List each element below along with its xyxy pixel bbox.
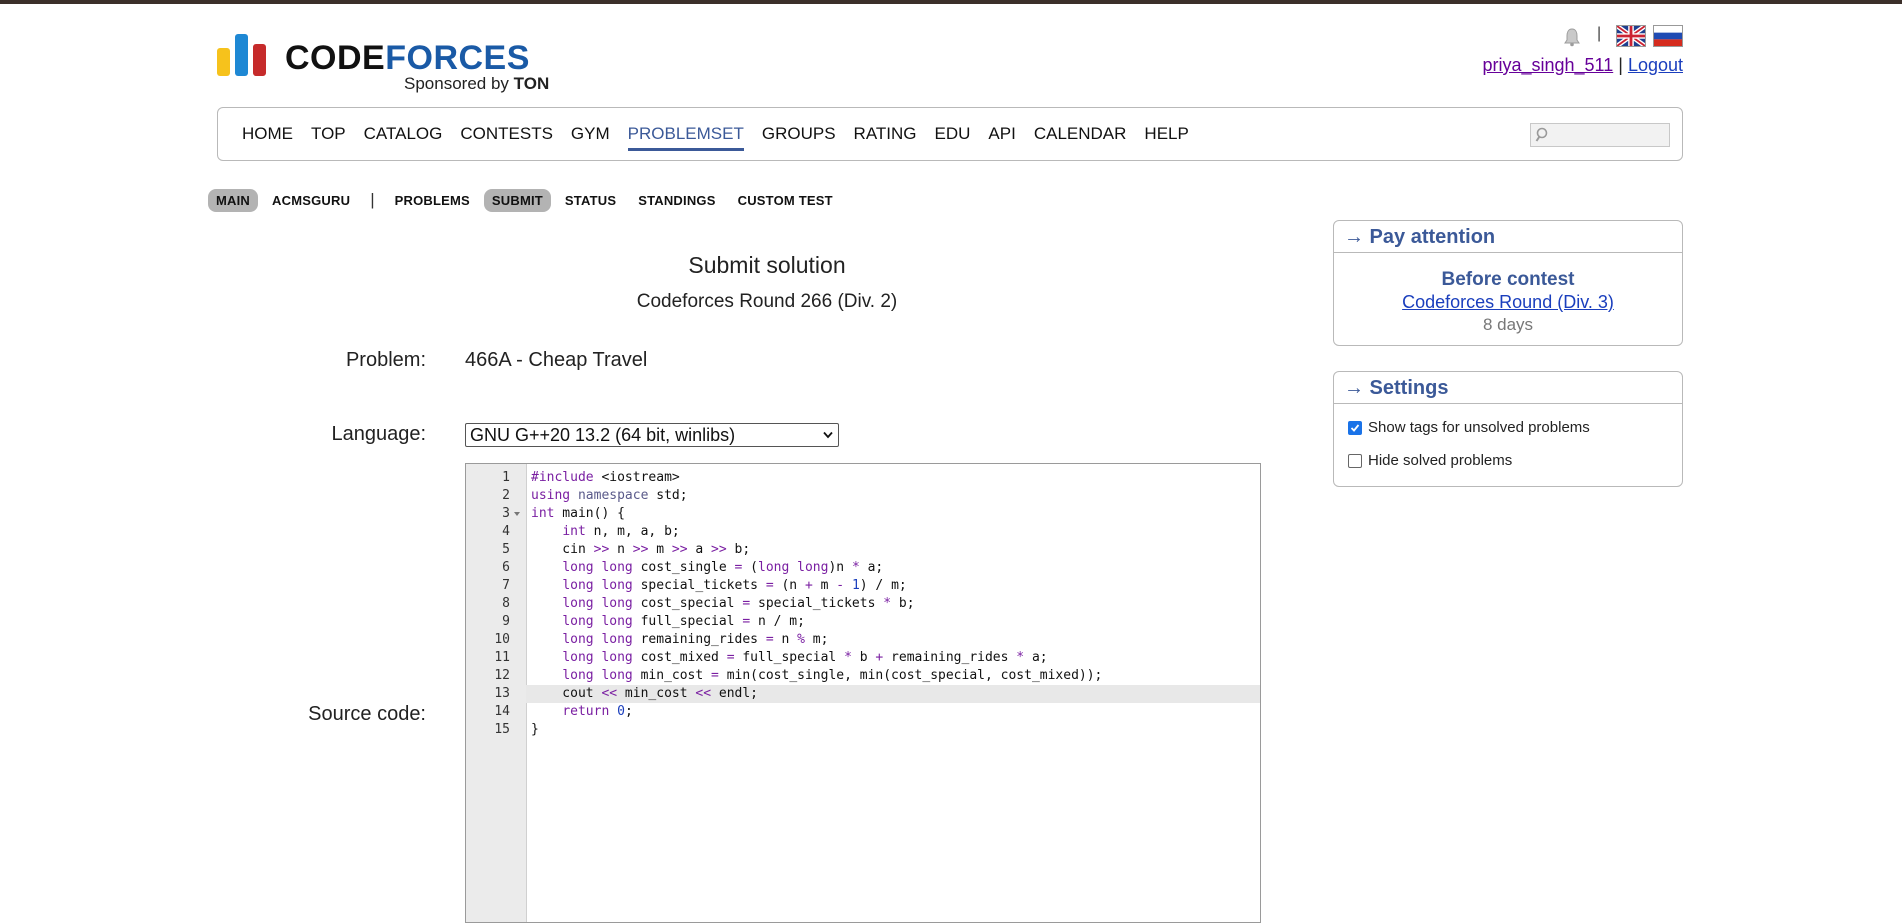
source-code-label: Source code: — [308, 703, 426, 725]
codeforces-logo[interactable]: CODEFORCES Sponsored by TON — [217, 30, 567, 96]
line-number: 2 — [502, 488, 510, 503]
line-number: 12 — [494, 668, 510, 683]
line-number: 13 — [494, 686, 510, 701]
top-border — [0, 0, 1902, 4]
main-menu-items: HOME TOP CATALOG CONTESTS GYM PROBLEMSET GROUP… — [242, 124, 1189, 151]
hide-solved-option[interactable]: Hide solved problems — [1348, 452, 1512, 469]
menu-item-top[interactable]: TOP — [311, 124, 346, 151]
menu-item-gym[interactable]: GYM — [571, 124, 610, 151]
menu-item-contests[interactable]: CONTESTS — [460, 124, 553, 151]
line-number: 3 — [502, 506, 510, 521]
user-separator: | — [1618, 55, 1623, 75]
page-title: Submit solution — [688, 252, 846, 278]
code-line[interactable]: long long min_cost = min(cost_single, mi… — [526, 667, 1260, 685]
menu-item-help[interactable]: HELP — [1144, 124, 1188, 151]
ru-flag-icon[interactable] — [1653, 25, 1683, 47]
submenu-submit[interactable]: SUBMIT — [483, 188, 551, 212]
line-number: 5 — [502, 542, 510, 557]
menu-item-rating[interactable]: RATING — [854, 124, 917, 151]
problem-label: Problem: — [345, 349, 426, 371]
code-line[interactable]: long long remaining_rides = n % m; — [526, 631, 1260, 649]
logout-link[interactable]: Logout — [1628, 55, 1683, 75]
show-tags-option[interactable]: Show tags for unsolved problems — [1348, 419, 1590, 436]
code-line[interactable]: long long full_special = n / m; — [526, 613, 1260, 631]
submenu-main[interactable]: MAIN — [208, 188, 259, 212]
show-tags-label: Show tags for unsolved problems — [1368, 419, 1590, 436]
before-contest-title: Before contest — [1441, 269, 1575, 290]
fold-arrow-icon[interactable] — [513, 510, 521, 518]
menu-item-home[interactable]: HOME — [242, 124, 293, 151]
line-number: 15 — [494, 722, 510, 737]
language-select[interactable]: GNU G++20 13.2 (64 bit, winlibs) — [465, 423, 839, 447]
username-link[interactable]: priya_singh_511 — [1482, 55, 1613, 75]
menu-item-catalog[interactable]: CATALOG — [364, 124, 443, 151]
submenu-standings[interactable]: STANDINGS — [630, 189, 723, 212]
problem-value: 466A - Cheap Travel — [465, 349, 648, 371]
hide-solved-checkbox[interactable] — [1348, 453, 1362, 468]
code-line[interactable]: int n, m, a, b; — [526, 523, 1260, 541]
menu-item-problemset[interactable]: PROBLEMSET — [627, 124, 744, 151]
code-line[interactable]: long long special_tickets = (n + m - 1) … — [526, 577, 1260, 595]
bell-icon[interactable] — [1561, 27, 1583, 47]
code-line[interactable]: using namespace std; — [526, 487, 1260, 505]
code-line[interactable]: cin >> n >> m >> a >> b; — [526, 541, 1260, 559]
submenu-status[interactable]: STATUS — [557, 189, 624, 212]
line-number: 1 — [502, 470, 510, 485]
chevron-down-icon — [823, 431, 833, 439]
user-line: priya_singh_511 | Logout — [1482, 55, 1683, 76]
check-icon — [1350, 423, 1360, 432]
countdown-text: 8 days — [1482, 315, 1534, 334]
menu-item-groups[interactable]: GROUPS — [762, 124, 836, 151]
language-selected-value: GNU G++20 13.2 (64 bit, winlibs) — [470, 425, 736, 445]
code-editor[interactable]: 1 #include <iostream> 2 using namespace std… — [465, 463, 1261, 923]
line-number: 9 — [502, 614, 510, 629]
line-number: 6 — [502, 560, 510, 575]
code-line[interactable]: long long cost_special = special_tickets… — [526, 595, 1260, 613]
submenu-problems[interactable]: PROBLEMS — [387, 189, 478, 212]
code-line[interactable]: long long cost_single = (long long)n * a… — [526, 559, 1260, 577]
menu-item-edu[interactable]: EDU — [935, 124, 971, 151]
contest-name: Codeforces Round 266 (Div. 2) — [636, 291, 898, 312]
code-line[interactable]: int main() { — [526, 505, 1260, 523]
line-number: 10 — [494, 632, 510, 647]
search-input[interactable] — [1530, 123, 1670, 147]
line-number: 11 — [494, 650, 510, 665]
pay-attention-header: → Pay attention — [1334, 221, 1682, 253]
search-icon — [1535, 127, 1548, 142]
header-icons: | — [1561, 25, 1683, 49]
menu-item-api[interactable]: API — [988, 124, 1015, 151]
submenu-separator: | — [370, 190, 375, 209]
menu-item-calendar[interactable]: CALENDAR — [1034, 124, 1127, 151]
line-number: 14 — [494, 704, 510, 719]
sponsored-line: Sponsored by TON — [404, 74, 550, 93]
settings-header: → Settings — [1334, 372, 1682, 404]
code-line[interactable]: cout << min_cost << endl; — [526, 685, 1260, 703]
header-separator: | — [1597, 25, 1602, 42]
main-menu: HOME TOP CATALOG CONTESTS GYM PROBLEMSET GROUP… — [217, 107, 1683, 161]
submenu-acmsguru[interactable]: ACMSGURU — [264, 189, 358, 212]
code-line[interactable]: long long cost_mixed = full_special * b … — [526, 649, 1260, 667]
settings-box: → Settings Show tags for unsolved proble… — [1333, 371, 1683, 487]
code-line[interactable]: return 0; — [526, 703, 1260, 721]
uk-flag-icon[interactable] — [1616, 25, 1646, 47]
sub-menu: MAIN ACMSGURU | PROBLEMS SUBMIT STATUS STANDIN… — [208, 187, 847, 213]
logo-text: CODEFORCES — [285, 39, 530, 77]
hide-solved-label: Hide solved problems — [1368, 452, 1513, 469]
code-line[interactable]: #include <iostream> — [526, 469, 1260, 487]
line-number: 8 — [502, 596, 510, 611]
show-tags-checkbox[interactable] — [1348, 420, 1362, 435]
line-number: 7 — [502, 578, 510, 593]
upcoming-contest-link[interactable]: Codeforces Round (Div. 3) — [1334, 292, 1682, 313]
logo-bars-icon — [217, 34, 269, 76]
language-label: Language: — [331, 423, 426, 445]
submenu-custom-test[interactable]: CUSTOM TEST — [730, 189, 841, 212]
pay-attention-box: → Pay attention Before contest Codeforce… — [1333, 220, 1683, 346]
code-line[interactable]: } — [526, 721, 1260, 739]
line-number: 4 — [502, 524, 510, 539]
